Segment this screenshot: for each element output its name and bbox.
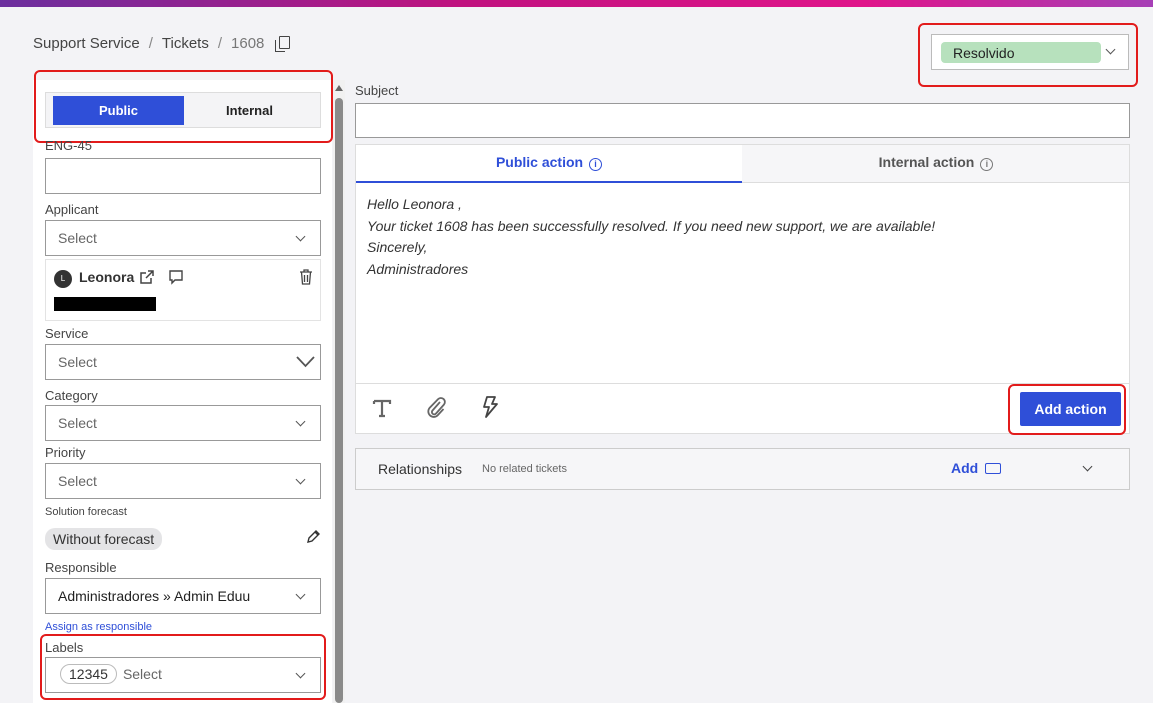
labels-select[interactable]: 12345 Select [45,657,321,693]
text-format-icon[interactable] [372,398,392,418]
service-select[interactable]: Select [45,344,321,380]
top-gradient-bar [0,0,1153,7]
code-label: ENG-45 [45,138,92,153]
subject-label: Subject [355,83,399,98]
code-input[interactable] [45,158,321,194]
scroll-up-arrow-icon[interactable] [335,85,343,91]
labels-placeholder: Select [122,666,162,682]
forecast-chip: Without forecast [45,528,163,550]
service-label: Service [45,326,89,341]
applicant-name: Leonora [79,269,135,285]
add-relationship-link[interactable]: Add [951,460,978,476]
category-label: Category [45,388,98,403]
category-select[interactable]: Select [45,405,321,441]
avatar: L [54,270,72,288]
action-message-body[interactable]: Hello Leonora , Your ticket 1608 has bee… [367,194,935,280]
breadcrumb-support-service[interactable]: Support Service [33,35,140,52]
lightning-icon[interactable] [481,396,499,418]
breadcrumb-tickets[interactable]: Tickets [162,35,209,52]
status-value: Resolvido [941,42,1101,63]
responsible-value: Administradores » Admin Eduu [58,588,251,604]
message-line: Sincerely, [367,239,428,255]
info-icon: i [980,158,994,171]
assign-as-responsible-link[interactable]: Assign as responsible [45,621,152,633]
message-line: Your ticket 1608 has been successfully r… [367,217,936,234]
copy-icon[interactable] [275,35,291,52]
action-tabs: Public action i Internal action i [356,145,1129,183]
responsible-label: Responsible [45,560,117,575]
chevron-down-icon [1105,44,1116,55]
priority-placeholder: Select [58,473,97,489]
relationships-section: Relationships No related tickets Add [355,448,1130,490]
solution-forecast-label: Solution forecast [45,506,127,518]
comment-icon[interactable] [168,269,184,285]
tab-internal-action-label: Internal action [878,154,975,170]
tab-public-action-label: Public action [495,154,584,170]
category-placeholder: Select [58,415,97,431]
chevron-down-icon [295,589,306,600]
tab-public-action[interactable]: Public action i [356,145,742,183]
add-action-button[interactable]: Add action [1020,392,1121,426]
tab-internal-action[interactable]: Internal action i [743,145,1129,183]
editor-toolbar: Add action [356,383,1129,433]
external-link-icon[interactable] [139,269,155,285]
info-icon: i [589,158,603,171]
chevron-down-icon [295,416,306,427]
priority-label: Priority [45,445,86,460]
applicant-card: L Leonora [45,259,321,321]
pencil-icon[interactable] [306,530,320,544]
paperclip-icon[interactable] [426,396,446,420]
labels-label: Labels [45,640,84,655]
relationships-title: Relationships [378,461,463,477]
redacted-contact-info [54,297,156,311]
breadcrumb-ticket-number: 1608 [231,35,265,52]
chevron-down-icon[interactable] [1082,461,1093,472]
public-toggle-button[interactable]: Public [53,96,184,125]
applicant-placeholder: Select [58,230,97,246]
chevron-down-icon [295,474,306,485]
breadcrumb-separator: / [217,35,223,52]
ticket-icon[interactable] [985,463,1001,474]
action-editor: Public action i Internal action i Hello Le… [355,144,1130,434]
internal-toggle-button[interactable]: Internal [184,96,315,125]
message-line: Administradores [367,260,469,277]
chevron-down-icon [295,668,306,679]
scrollbar-thumb[interactable] [335,98,343,703]
status-select[interactable]: Resolvido [931,34,1129,70]
left-panel-scrollbar[interactable] [333,80,345,703]
applicant-select[interactable]: Select [45,220,321,256]
breadcrumb: Support Service / Tickets / 1608 [33,35,291,52]
chevron-down-icon [295,231,306,242]
breadcrumb-separator: / [148,35,153,52]
priority-select[interactable]: Select [45,463,321,499]
label-chip[interactable]: 12345 [60,664,117,684]
message-line: Hello Leonora , [367,196,462,212]
visibility-toggle: Public Internal [45,92,321,128]
trash-icon[interactable] [299,269,313,285]
relationships-subtitle: No related tickets [482,463,567,475]
responsible-select[interactable]: Administradores » Admin Eduu [45,578,321,614]
chevron-down-icon [296,356,315,368]
applicant-label: Applicant [45,202,99,217]
service-placeholder: Select [58,354,97,370]
subject-input[interactable] [355,103,1130,138]
